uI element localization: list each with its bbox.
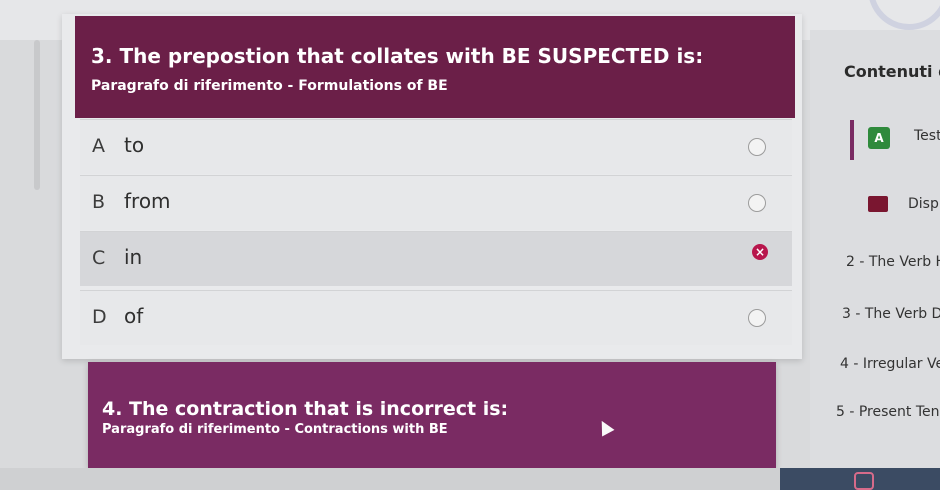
radio-button[interactable] xyxy=(748,194,766,212)
option-c[interactable]: C in × xyxy=(80,231,792,286)
option-a[interactable]: A to xyxy=(80,119,792,174)
option-letter: C xyxy=(92,247,106,269)
wrong-answer-icon: × xyxy=(752,244,768,260)
option-text: to xyxy=(124,133,145,157)
question-3-header: 3. The prepostion that collates with BE … xyxy=(75,16,795,118)
option-letter: A xyxy=(92,135,105,157)
option-text: of xyxy=(124,304,144,328)
book-icon xyxy=(868,196,888,212)
app-icon[interactable] xyxy=(854,472,874,490)
question-3-title: 3. The prepostion that collates with BE … xyxy=(91,44,704,68)
option-letter: D xyxy=(92,306,107,328)
question-4-reference: Paragrafo di riferimento - Contractions … xyxy=(102,422,448,437)
question-4-header: 4. The contraction that is incorrect is:… xyxy=(88,362,776,468)
radio-button[interactable] xyxy=(748,138,766,156)
option-letter: B xyxy=(92,191,106,213)
question-4-title: 4. The contraction that is incorrect is: xyxy=(102,398,509,420)
taskbar xyxy=(780,468,940,490)
contents-sidebar: Contenuti d A Test Disp 2 - The Verb H 3… xyxy=(810,30,940,468)
sidebar-item-verb-have[interactable]: 2 - The Verb H xyxy=(846,254,940,270)
option-text: in xyxy=(124,245,143,269)
option-text: from xyxy=(124,189,171,213)
active-indicator xyxy=(850,120,854,160)
sidebar-item-test[interactable]: Test xyxy=(914,128,940,144)
sidebar-item-disp[interactable]: Disp xyxy=(908,196,939,212)
sidebar-item-verb-do[interactable]: 3 - The Verb DO xyxy=(842,306,940,322)
radio-button[interactable] xyxy=(748,309,766,327)
question-3-reference: Paragrafo di riferimento - Formulations … xyxy=(91,78,448,94)
left-scroll-indicator[interactable] xyxy=(34,40,40,190)
option-b[interactable]: B from xyxy=(80,175,792,230)
sidebar-item-present-tense[interactable]: 5 - Present Tens xyxy=(836,404,940,420)
sidebar-item-irregular[interactable]: 4 - Irregular Ver xyxy=(840,356,940,372)
sidebar-title: Contenuti d xyxy=(844,62,940,81)
option-d[interactable]: D of xyxy=(80,290,792,345)
test-book-icon: A xyxy=(868,127,890,149)
